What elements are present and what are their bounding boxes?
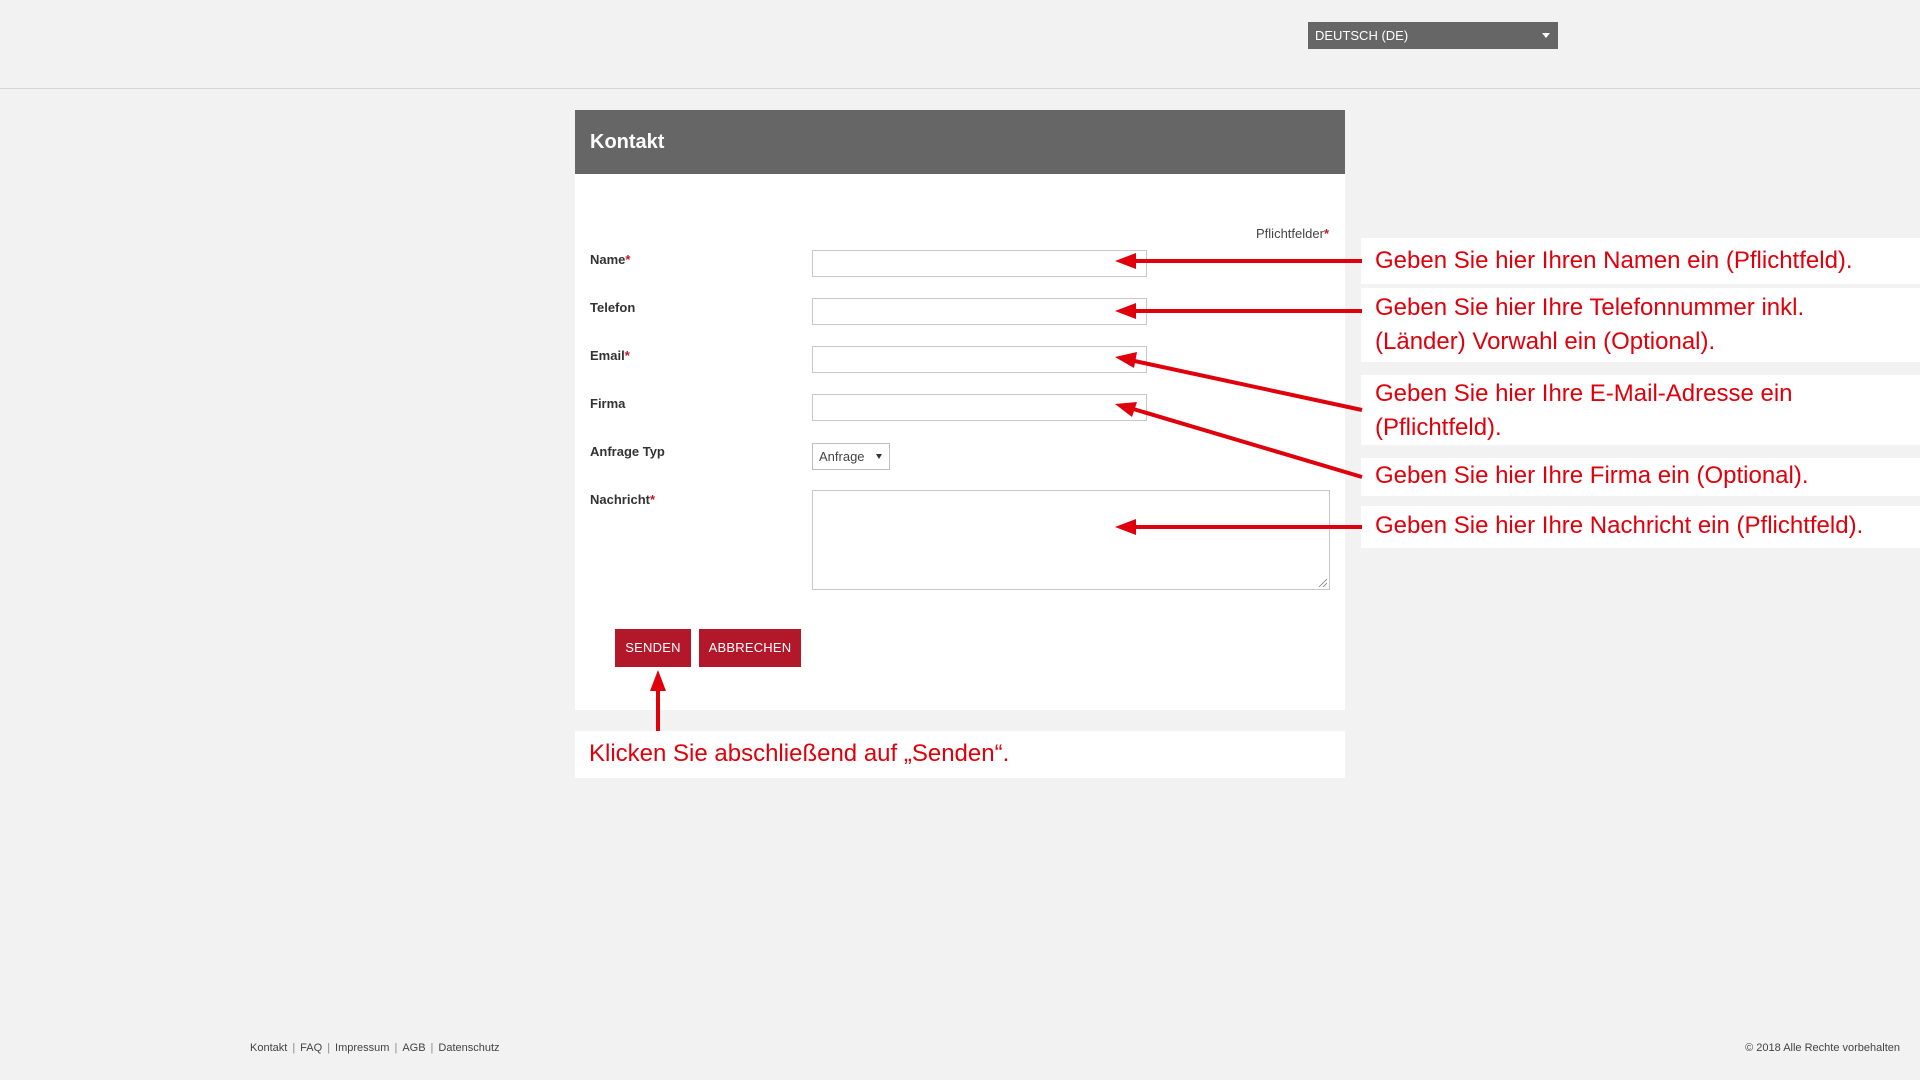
arrowhead-left-icon: [1115, 402, 1137, 417]
footer-link-faq[interactable]: FAQ: [300, 1042, 322, 1054]
arrowhead-left-icon: [1115, 519, 1136, 535]
arrowhead-left-icon: [1115, 303, 1136, 319]
arrowhead-left-icon: [1115, 352, 1137, 368]
arrowhead-left-icon: [1115, 253, 1136, 269]
footer-separator: |: [292, 1042, 296, 1054]
copyright: © 2018 Alle Rechte vorbehalten: [1745, 1042, 1900, 1054]
annotation-arrows: [650, 253, 1363, 731]
footer-separator: |: [394, 1042, 398, 1054]
arrow-line-firma: [1129, 406, 1363, 479]
footer-link-datenschutz[interactable]: Datenschutz: [438, 1042, 499, 1054]
footer-link-impressum[interactable]: Impressum: [335, 1042, 389, 1054]
footer-link-agb[interactable]: AGB: [402, 1042, 425, 1054]
arrowhead-up-icon: [650, 670, 666, 691]
footer-separator: |: [430, 1042, 434, 1054]
arrow-line-email: [1129, 358, 1363, 412]
footer-link-kontakt[interactable]: Kontakt: [250, 1042, 287, 1054]
footer-links: Kontakt | FAQ | Impressum | AGB | Datenschutz: [250, 1042, 500, 1054]
footer-separator: |: [327, 1042, 331, 1054]
